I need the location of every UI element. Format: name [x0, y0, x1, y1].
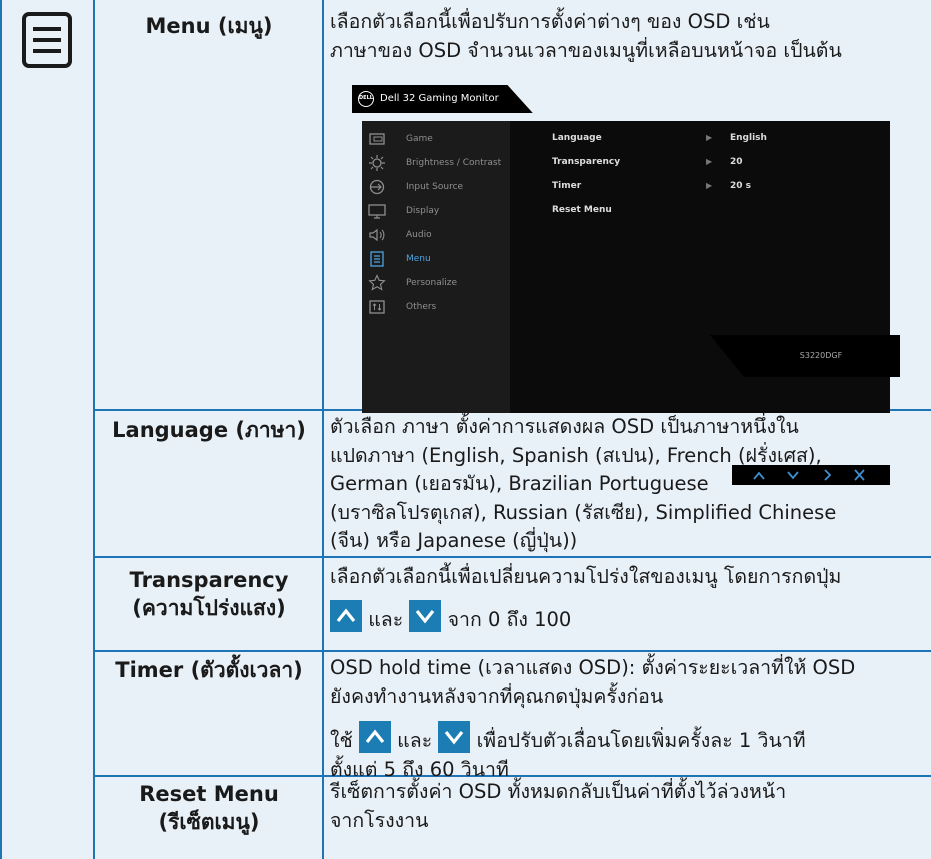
brightness-icon	[368, 154, 386, 172]
table-border-left	[0, 0, 2, 859]
osd-sidebar: Game Brightness / Contrast Input Source …	[362, 121, 510, 413]
desc-line: ตัวเลือก ภาษา ตั้งค่าการแสดงผล OSD เป็นภ…	[330, 415, 799, 438]
desc-line: รีเซ็ตการตั้งค่า OSD ทั้งหมดกลับเป็นค่าท…	[330, 780, 787, 803]
up-button-icon	[330, 599, 362, 632]
reset-row-label: Reset Menu (รีเซ็ตเมนู)	[100, 780, 318, 836]
desc-line: เลือกตัวเลือกนี้เพื่อปรับการตั้งค่าต่างๆ…	[330, 10, 770, 33]
input-source-icon	[368, 178, 386, 196]
label-line: Transparency	[129, 568, 289, 592]
osd-title-bar: DELL Dell 32 Gaming Monitor	[352, 85, 533, 113]
desc-line: German (เยอรมัน), Brazilian Portuguese	[330, 472, 709, 495]
table-divider-label-col	[322, 0, 324, 859]
osd-item-menu[interactable]: Menu	[362, 247, 510, 271]
arrow-right-icon: ▶	[706, 157, 713, 166]
osd-item-label: Brightness / Contrast	[406, 158, 502, 168]
use-text: ใช้	[330, 729, 353, 752]
osd-item-label: Display	[406, 206, 440, 216]
transparency-row-description: เลือกตัวเลือกนี้เพื่อเปลี่ยนความโปร่งใสข…	[330, 563, 930, 634]
osd-setting-reset-menu[interactable]: Reset Menu	[552, 205, 612, 215]
osd-item-label: Menu	[406, 254, 431, 264]
timer-row-label: Timer (ตัวตั้งเวลา)	[115, 658, 303, 682]
and-text: และ	[368, 607, 404, 631]
menu-list-icon	[18, 8, 78, 70]
star-icon	[368, 274, 386, 292]
down-button-icon	[409, 599, 442, 632]
arrow-right-icon: ▶	[706, 133, 713, 142]
others-icon	[368, 298, 386, 316]
osd-setting-language[interactable]: Language	[552, 133, 602, 143]
audio-icon	[368, 226, 386, 244]
desc-line: (บราซิลโปรตุเกส), Russian (รัสเซีย), Sim…	[330, 500, 837, 524]
desc-line: แปดภาษา (English, Spanish (สเปน), French…	[330, 443, 822, 467]
osd-item-game[interactable]: Game	[362, 127, 510, 151]
osd-item-label: Game	[406, 134, 433, 144]
and-text: และ	[397, 729, 433, 752]
row-divider-2	[93, 556, 931, 558]
osd-item-label: Personalize	[406, 278, 458, 288]
timer-row-description: OSD hold time (เวลาแสดง OSD): ตั้งค่าระย…	[330, 654, 930, 784]
osd-title: Dell 32 Gaming Monitor	[380, 93, 499, 104]
game-icon	[368, 130, 386, 148]
desc-line: ยังคงทำงานหลังจากที่คุณกดปุ่มครั้งก่อน	[330, 684, 664, 708]
menu-icon	[368, 250, 386, 268]
label-line: (ความโปร่งแสง)	[132, 596, 286, 620]
desc-line: (จีน) หรือ Japanese (ญี่ปุ่น))	[330, 529, 578, 552]
osd-item-personalize[interactable]: Personalize	[362, 271, 510, 295]
transparency-row-label: Transparency (ความโปร่งแสง)	[100, 566, 318, 622]
osd-item-label: Others	[406, 302, 437, 312]
osd-value-timer: 20 s	[730, 181, 752, 191]
menu-row-description: เลือกตัวเลือกนี้เพื่อปรับการตั้งค่าต่างๆ…	[330, 8, 930, 65]
osd-setting-timer[interactable]: Timer	[552, 181, 581, 191]
range-text: จาก 0 ถึง 100	[447, 607, 572, 631]
desc-line: เลือกตัวเลือกนี้เพื่อเปลี่ยนความโปร่งใสข…	[330, 565, 842, 588]
reset-row-description: รีเซ็ตการตั้งค่า OSD ทั้งหมดกลับเป็นค่าท…	[330, 778, 930, 835]
osd-setting-transparency[interactable]: Transparency	[552, 157, 620, 167]
language-row-label: Language (ภาษา)	[112, 418, 306, 442]
menu-row-label: Menu (เมนู)	[145, 14, 273, 38]
osd-item-brightness[interactable]: Brightness / Contrast	[362, 151, 510, 175]
label-line: (รีเซ็ตเมนู)	[158, 810, 260, 834]
osd-item-label: Audio	[406, 230, 432, 240]
up-button-icon	[358, 721, 391, 753]
table-divider-icon-col	[93, 0, 95, 859]
language-row-description: ตัวเลือก ภาษา ตั้งค่าการแสดงผล OSD เป็นภ…	[330, 413, 930, 556]
osd-value-language: English	[730, 133, 767, 143]
dell-logo: DELL	[358, 91, 374, 107]
osd-item-label: Input Source	[406, 182, 464, 192]
osd-item-audio[interactable]: Audio	[362, 223, 510, 247]
row-divider-3	[93, 650, 931, 652]
osd-screenshot: DELL Dell 32 Gaming Monitor Game Brightn…	[352, 85, 900, 485]
label-line: Reset Menu	[139, 782, 279, 806]
desc-line: จากโรงงาน	[330, 808, 429, 832]
adjust-text: เพื่อปรับตัวเลื่อนโดยเพิ่มครั้งละ 1 วินา…	[476, 729, 806, 752]
desc-line: OSD hold time (เวลาแสดง OSD): ตั้งค่าระย…	[330, 656, 856, 679]
display-icon	[368, 202, 386, 220]
osd-item-input-source[interactable]: Input Source	[362, 175, 510, 199]
osd-value-transparency: 20	[730, 157, 743, 167]
arrow-right-icon: ▶	[706, 181, 713, 190]
desc-line: ภาษาของ OSD จำนวนเวลาของเมนูที่เหลือบนหน…	[330, 38, 842, 62]
down-button-icon	[438, 721, 471, 753]
osd-item-others[interactable]: Others	[362, 295, 510, 319]
osd-item-display[interactable]: Display	[362, 199, 510, 223]
